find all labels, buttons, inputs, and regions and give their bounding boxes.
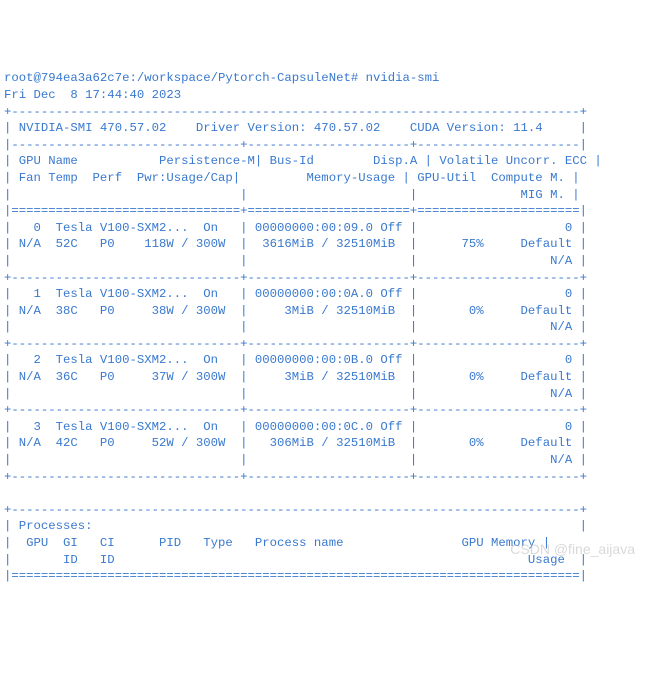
watermark: CSDN @fine_aijava (510, 540, 635, 559)
terminal-output: root@794ea3a62c7e:/workspace/Pytorch-Cap… (4, 71, 602, 583)
